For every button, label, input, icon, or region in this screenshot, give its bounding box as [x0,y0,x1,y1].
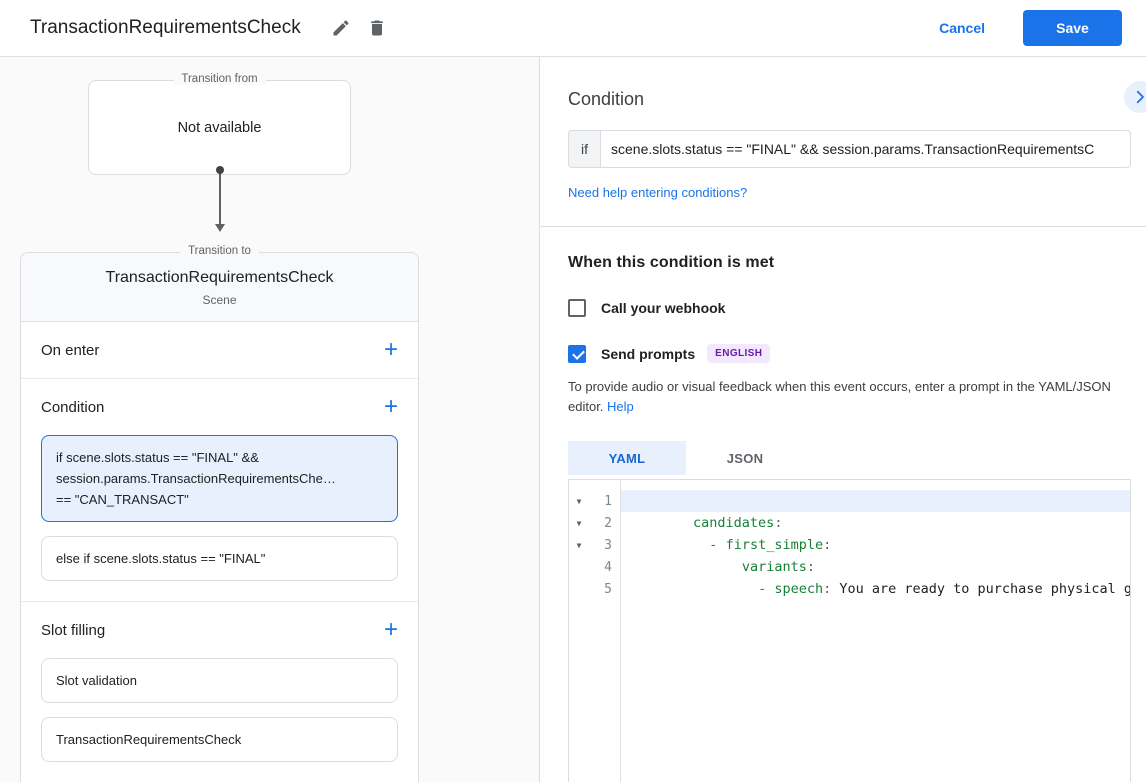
slot-filling-section-row[interactable]: Slot filling + [21,602,418,658]
transition-to-label: Transition to [180,245,259,257]
condition-card-line: session.params.TransactionRequirementsCh… [56,471,336,486]
send-prompts-label: Send prompts [601,345,696,362]
condition-card[interactable]: else if scene.slots.status == "FINAL" [41,536,398,581]
condition-card-line: if scene.slots.status == "FINAL" && [56,450,259,465]
editor-tabs: YAML JSON [568,441,1131,475]
slot-filling-label: Slot filling [41,621,106,639]
chevron-right-icon [1136,90,1144,104]
yaml-editor[interactable]: ▼ 1 ▼ 2 ▼ 3 4 5 candidates: - first_simp… [568,479,1131,782]
send-prompts-row: Send prompts ENGLISH [568,344,1131,363]
send-prompts-checkbox[interactable] [568,344,586,363]
editor-code-area[interactable]: candidates: - first_simple: variants: - … [621,480,1130,782]
condition-card-line: else if scene.slots.status == "FINAL" [56,551,266,566]
cancel-button[interactable]: Cancel [939,20,985,36]
tab-json[interactable]: JSON [686,441,804,475]
if-chip: if [568,130,600,168]
trash-icon [370,20,383,36]
panel-title: Condition [568,89,645,109]
gutter-row: 5 [569,578,620,600]
scene-graph-panel: Transition from Not available Transition… [0,57,540,782]
scene-card-header[interactable]: TransactionRequirementsCheck Scene [21,253,418,322]
webhook-checkbox[interactable] [568,299,586,317]
when-condition-met-heading: When this condition is met [568,254,775,271]
condition-editor-panel: Condition if Need help entering conditio… [541,57,1146,782]
add-on-enter-button[interactable]: + [384,338,398,362]
on-enter-section: On enter + [21,322,418,379]
page-title: TransactionRequirementsCheck [30,17,301,38]
gutter-row: 4 [569,556,620,578]
pencil-icon [333,20,349,36]
editor-gutter: ▼ 1 ▼ 2 ▼ 3 4 5 [569,480,621,782]
collapse-arrow-icon[interactable]: ▼ [569,519,589,528]
condition-expression-input[interactable] [600,130,1131,168]
prompt-help-text: To provide audio or visual feedback when… [568,377,1131,417]
line-number: 3 [604,537,612,553]
condition-card-line: == "CAN_TRANSACT" [56,492,189,507]
prompt-help-body: To provide audio or visual feedback when… [568,379,1111,414]
delete-scene-button[interactable] [359,10,395,46]
section-divider [541,226,1146,227]
gutter-row: ▼ 3 [569,534,620,556]
edit-title-button[interactable] [323,10,359,46]
code-line[interactable]: candidates: [621,490,1130,531]
scene-card: Transition to TransactionRequirementsChe… [20,245,419,782]
condition-section-row[interactable]: Condition + [21,379,418,435]
webhook-row: Call your webhook [568,299,1131,317]
scene-type: Scene [202,293,237,307]
language-badge: ENGLISH [707,344,771,363]
slot-filling-section: Slot filling + Slot validation Transacti… [21,602,418,782]
gutter-row: ▼ 2 [569,512,620,534]
line-number: 2 [604,515,612,531]
condition-section: Condition + if scene.slots.status == "FI… [21,379,418,602]
gutter-row: ▼ 1 [569,490,620,512]
transition-from-label: Transition from [173,73,266,85]
scene-name: TransactionRequirementsCheck [105,269,334,286]
help-link[interactable]: Help [607,399,634,414]
top-bar: TransactionRequirementsCheck Cancel Save [0,0,1146,57]
add-slot-button[interactable]: + [384,618,398,642]
collapse-arrow-icon[interactable]: ▼ [569,497,589,506]
webhook-label: Call your webhook [601,300,726,316]
slot-card-validation[interactable]: Slot validation [41,658,398,703]
transition-arrow [215,166,225,232]
condition-card-selected[interactable]: if scene.slots.status == "FINAL" && sess… [41,435,398,522]
line-number: 1 [604,493,612,509]
on-enter-label: On enter [41,341,100,359]
on-enter-row[interactable]: On enter + [21,322,418,378]
add-condition-button[interactable]: + [384,395,398,419]
tab-yaml[interactable]: YAML [568,441,686,475]
transition-from-box: Transition from Not available [88,73,351,175]
condition-input-row: if [568,130,1131,168]
transition-from-value: Not available [177,119,262,136]
line-number: 5 [604,581,612,597]
slot-card-transaction[interactable]: TransactionRequirementsCheck [41,717,398,762]
save-button[interactable]: Save [1023,10,1122,46]
condition-section-label: Condition [41,398,105,416]
collapse-arrow-icon[interactable]: ▼ [569,541,589,550]
condition-help-link[interactable]: Need help entering conditions? [568,185,747,200]
line-number: 4 [604,559,612,575]
